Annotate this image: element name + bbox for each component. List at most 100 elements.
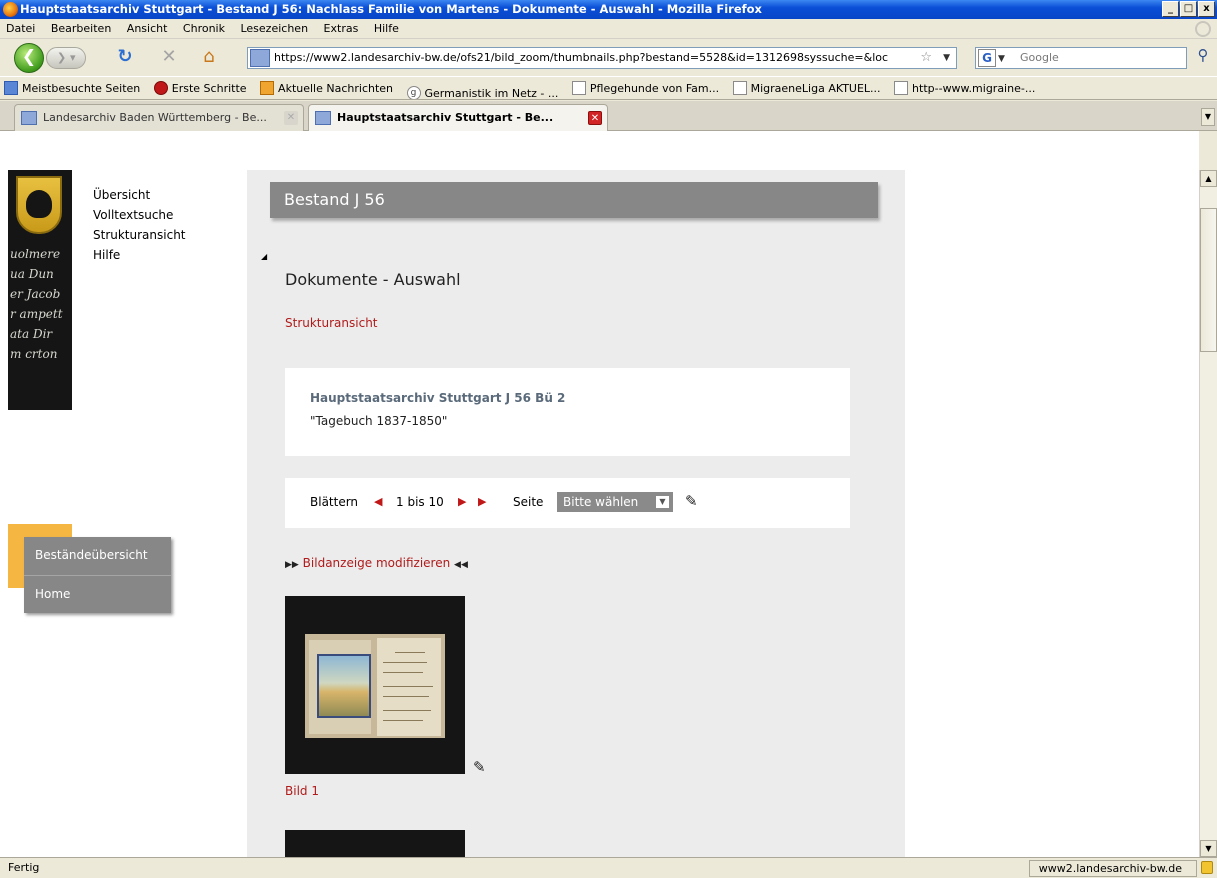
- manuscript-decoration: uolmere ua Dun er Jacob r ampett ata Dir m cr…: [10, 247, 63, 361]
- url-dropdown-icon[interactable]: ▼: [943, 48, 950, 68]
- throbber-icon: [1195, 21, 1211, 37]
- menu-extras[interactable]: Extras: [318, 19, 365, 39]
- tab-list-dropdown-icon[interactable]: ▼: [1201, 108, 1215, 126]
- status-text: Fertig: [8, 861, 40, 874]
- minimize-button[interactable]: _: [1162, 1, 1179, 17]
- window-title: Hauptstaatsarchiv Stuttgart - Bestand J …: [20, 2, 762, 16]
- sidebar-item-hilfe[interactable]: Hilfe: [93, 245, 186, 265]
- back-button[interactable]: ❮: [14, 43, 44, 73]
- bookmark-star-icon[interactable]: ☆: [920, 48, 932, 68]
- tab-hauptstaatsarchiv[interactable]: Hauptstaatsarchiv Stuttgart - Be... ✕: [308, 104, 608, 131]
- vertical-scrollbar[interactable]: ▲ ▼: [1199, 170, 1217, 857]
- maximize-button[interactable]: □: [1180, 1, 1197, 17]
- bookmark-item[interactable]: http--www.migraine-...: [890, 77, 1041, 99]
- getting-started-icon: [153, 81, 168, 95]
- site-identity-icon[interactable]: [250, 49, 270, 67]
- expand-arrows-icon: ▶▶: [285, 560, 299, 570]
- tab-favicon-icon: [315, 111, 331, 125]
- bookmark-item[interactable]: g Germanistik im Netz - ...: [403, 82, 565, 99]
- url-text: https://www2.landesarchiv-bw.de/ofs21/bi…: [274, 51, 889, 64]
- firefox-logo-icon: [3, 2, 18, 17]
- tab-close-icon[interactable]: ✕: [284, 111, 298, 125]
- diary-scan-image: [305, 634, 445, 738]
- menu-item-bestaendeuebersicht[interactable]: Beständeübersicht: [24, 537, 171, 575]
- bookmarks-toolbar: Meistbesuchte Seiten Erste Schritte Aktu…: [0, 76, 1217, 100]
- sidebar-item-uebersicht[interactable]: Übersicht: [93, 185, 186, 205]
- modify-display-row: ▶▶ Bildanzeige modifizieren ◀◀: [285, 556, 468, 570]
- page-content: uolmere ua Dun er Jacob r ampett ata Dir m cr…: [0, 131, 1199, 857]
- scrollbar-thumb[interactable]: [1200, 208, 1217, 352]
- page-icon: [894, 81, 909, 95]
- collapse-arrows-icon: ◀◀: [454, 560, 468, 570]
- window-titlebar: Hauptstaatsarchiv Stuttgart - Bestand J …: [0, 0, 1217, 19]
- modify-display-link[interactable]: Bildanzeige modifizieren: [303, 556, 451, 570]
- menu-bar: Datei Bearbeiten Ansicht Chronik Lesezei…: [0, 19, 1217, 39]
- status-domain: www2.landesarchiv-bw.de: [1029, 860, 1197, 877]
- menu-lesezeichen[interactable]: Lesezeichen: [234, 19, 314, 39]
- forward-button[interactable]: ❯ ▾: [46, 47, 86, 69]
- search-go-icon[interactable]: ⚲: [1193, 46, 1213, 68]
- menu-bearbeiten[interactable]: Bearbeiten: [45, 19, 117, 39]
- page-select[interactable]: Bitte wählen ▼: [557, 492, 673, 512]
- sidebar-nav: Übersicht Volltextsuche Strukturansicht …: [93, 185, 186, 265]
- lock-icon[interactable]: [1201, 861, 1213, 874]
- sidebar-menu: Beständeübersicht Home: [24, 537, 171, 613]
- reload-icon[interactable]: ↻: [114, 46, 136, 68]
- stop-icon[interactable]: ✕: [158, 46, 180, 68]
- tab-strip: Landesarchiv Baden Württemberg - Be... ✕…: [0, 101, 1217, 131]
- tab-landesarchiv[interactable]: Landesarchiv Baden Württemberg - Be... ✕: [14, 104, 304, 131]
- sidebar-item-strukturansicht[interactable]: Strukturansicht: [93, 225, 186, 245]
- menu-hilfe[interactable]: Hilfe: [368, 19, 405, 39]
- record-signature: Hauptstaatsarchiv Stuttgart J 56 Bü 2: [310, 391, 566, 405]
- image-thumbnail[interactable]: [285, 596, 465, 774]
- page-icon: [732, 81, 747, 95]
- bookmark-item[interactable]: Aktuelle Nachrichten: [256, 77, 399, 99]
- home-icon[interactable]: ⌂: [198, 46, 220, 68]
- sidebar-item-volltextsuche[interactable]: Volltextsuche: [93, 205, 186, 225]
- record-info-box: Hauptstaatsarchiv Stuttgart J 56 Bü 2 "T…: [285, 368, 850, 456]
- tab-favicon-icon: [21, 111, 37, 125]
- bookmark-item[interactable]: Erste Schritte: [150, 77, 253, 99]
- search-input[interactable]: G ▼ Google: [975, 47, 1187, 69]
- landesarchiv-emblem: uolmere ua Dun er Jacob r ampett ata Dir m cr…: [8, 170, 72, 410]
- bookmark-item[interactable]: Pflegehunde von Fam...: [568, 77, 725, 99]
- structure-link[interactable]: Strukturansicht: [285, 316, 378, 330]
- bestand-header: Bestand J 56: [270, 182, 878, 218]
- bookmark-item[interactable]: MigraeneLiga AKTUEL...: [729, 77, 887, 99]
- germanistik-icon: g: [406, 86, 421, 99]
- url-bar[interactable]: https://www2.landesarchiv-bw.de/ofs21/bi…: [247, 47, 957, 69]
- edit-icon[interactable]: ✎: [685, 492, 705, 510]
- menu-item-home[interactable]: Home: [24, 576, 171, 614]
- coat-of-arms-icon: [16, 176, 62, 234]
- pager-label: Blättern: [310, 495, 359, 509]
- engine-dropdown-icon[interactable]: ▼: [998, 49, 1005, 69]
- image-thumbnail[interactable]: [285, 830, 465, 857]
- google-engine-icon[interactable]: G: [978, 49, 996, 67]
- select-arrow-icon[interactable]: ▼: [656, 496, 669, 508]
- rss-feed-icon: [260, 81, 275, 95]
- record-title: "Tagebuch 1837-1850": [310, 414, 448, 428]
- tab-close-icon[interactable]: ✕: [588, 111, 602, 125]
- image-edit-icon[interactable]: ✎: [473, 758, 493, 776]
- navigation-toolbar: ❮ ❯ ▾ ↻ ✕ ⌂ https://www2.landesarchiv-bw…: [0, 40, 1217, 74]
- page-label: Seite: [513, 495, 544, 509]
- image-label[interactable]: Bild 1: [285, 784, 319, 798]
- page-icon: [571, 81, 586, 95]
- most-visited-icon: [4, 81, 18, 95]
- next-page-icon[interactable]: ▶: [458, 495, 466, 508]
- menu-ansicht[interactable]: Ansicht: [121, 19, 174, 39]
- scroll-up-icon[interactable]: ▲: [1200, 170, 1217, 187]
- menu-chronik[interactable]: Chronik: [177, 19, 231, 39]
- menu-datei[interactable]: Datei: [0, 19, 41, 39]
- pagination-bar: Blättern ◀ 1 bis 10 ▶ ▶ Seite Bitte wähl…: [285, 478, 850, 528]
- page-title: Dokumente - Auswahl: [285, 270, 461, 289]
- window-controls: _ □ x: [1162, 1, 1215, 17]
- scroll-down-icon[interactable]: ▼: [1200, 840, 1217, 857]
- first-page-icon[interactable]: ◀: [374, 495, 382, 508]
- search-placeholder: Google: [1020, 51, 1059, 64]
- status-bar: Fertig www2.landesarchiv-bw.de: [0, 857, 1217, 877]
- close-window-button[interactable]: x: [1198, 1, 1215, 17]
- corner-marker-icon: ◢: [261, 252, 268, 261]
- last-page-icon[interactable]: ▶: [478, 495, 486, 508]
- bookmark-item[interactable]: Meistbesuchte Seiten: [0, 77, 146, 99]
